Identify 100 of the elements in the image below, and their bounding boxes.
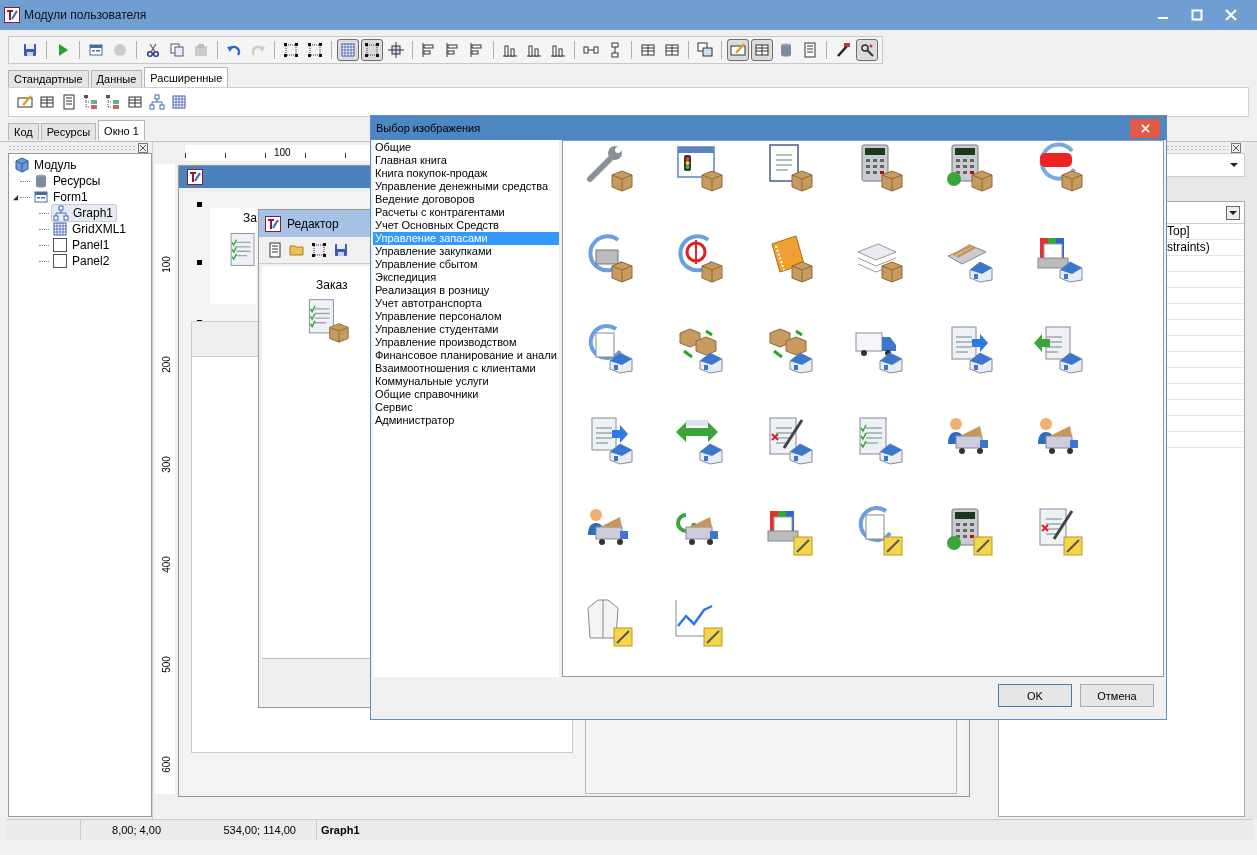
category-item[interactable]: Учет автотранспорта	[373, 297, 559, 310]
bring-front-icon	[697, 42, 713, 58]
layout-button[interactable]	[751, 39, 773, 61]
save-icon	[22, 42, 38, 58]
close-icon	[1140, 123, 1150, 133]
category-item[interactable]: Ведение договоров	[373, 193, 559, 206]
property-value[interactable]: Top]	[1167, 224, 1190, 238]
table-icon[interactable]	[127, 94, 143, 110]
category-item[interactable]: Управление персоналом	[373, 310, 559, 323]
node-label: За	[243, 211, 257, 225]
document-tab[interactable]: Окно 1	[98, 120, 145, 140]
category-item[interactable]: Сервис	[373, 401, 559, 414]
selection-handle[interactable]	[197, 202, 202, 207]
category-item[interactable]: Управление производством	[373, 336, 559, 349]
tree-item[interactable]: Модуль	[13, 157, 80, 173]
grid-table-icon	[52, 221, 68, 237]
tree-item[interactable]: Panel2	[51, 253, 113, 269]
tree-icon[interactable]	[83, 94, 99, 110]
tree-item[interactable]: Panel1	[51, 237, 113, 253]
tree-item[interactable]: Graph1	[51, 204, 118, 222]
align-bottom-icon	[550, 42, 566, 58]
document-tab[interactable]: Код	[8, 123, 39, 140]
select-frame-icon[interactable]	[311, 242, 327, 258]
dialog-title: Выбор изображения	[376, 122, 481, 134]
category-item[interactable]: Экспедиция	[373, 271, 559, 284]
category-item[interactable]: Реализация в розницу	[373, 284, 559, 297]
category-item[interactable]: Учет Основных Средств	[373, 219, 559, 232]
category-item[interactable]: Управление денежными средства	[373, 180, 559, 193]
tree-item-label: Panel2	[72, 254, 110, 268]
close-icon[interactable]	[138, 142, 148, 153]
collapse-icon[interactable]	[12, 193, 19, 201]
document-tab[interactable]: Ресурсы	[40, 123, 97, 140]
paste-icon	[193, 42, 209, 58]
ok-button[interactable]: OK	[998, 684, 1072, 707]
category-item[interactable]: Коммунальные услуги	[373, 375, 559, 388]
property-value[interactable]: straints)	[1167, 240, 1210, 254]
document-icon	[802, 42, 818, 58]
category-item[interactable]: Общие справочники	[373, 388, 559, 401]
palette-tab[interactable]: Данные	[90, 70, 143, 87]
layout-icon	[754, 42, 770, 58]
tree-item[interactable]: Ресурсы	[32, 173, 104, 189]
center-button[interactable]	[385, 39, 407, 61]
ruler-label: 600	[160, 756, 172, 773]
tree-item-label: Ресурсы	[53, 174, 101, 188]
database-icon	[33, 173, 49, 189]
close-icon[interactable]	[1231, 142, 1241, 153]
graph-icon[interactable]	[149, 94, 165, 110]
tools-icon	[835, 42, 851, 58]
palette-tab[interactable]: Стандартные	[8, 70, 89, 87]
category-item[interactable]: Книга покупок-продаж	[373, 167, 559, 180]
category-item[interactable]: Управление студентами	[373, 323, 559, 336]
category-item[interactable]: Управление закупками	[373, 245, 559, 258]
tab-order-button[interactable]	[727, 39, 749, 61]
panel-icon	[52, 237, 68, 253]
graph-panel[interactable]: За	[210, 208, 256, 304]
edit-icon[interactable]	[17, 94, 33, 110]
snap-button[interactable]	[361, 39, 383, 61]
ruler-label: 100	[160, 256, 172, 273]
columns-icon[interactable]	[39, 94, 55, 110]
tree-lines-icon[interactable]	[105, 94, 121, 110]
category-item[interactable]: Взаимоотношения с клиентами	[373, 362, 559, 375]
tree-item[interactable]: Form1	[32, 189, 91, 205]
category-item[interactable]: Общие	[373, 141, 559, 154]
tree-item[interactable]: GridXML1	[51, 221, 130, 237]
stop-icon	[112, 42, 128, 58]
ruler-label: 400	[160, 556, 172, 573]
palette-tab[interactable]: Расширенные	[144, 67, 229, 87]
app-logo-icon	[187, 169, 203, 185]
database-icon	[778, 42, 794, 58]
category-item[interactable]: Главная книга	[373, 154, 559, 167]
node-label: Заказ	[316, 278, 348, 292]
category-item[interactable]: Управление сбытом	[373, 258, 559, 271]
selection-handle[interactable]	[197, 260, 202, 265]
cancel-button[interactable]: Отмена	[1080, 684, 1154, 707]
select-frame-icon	[283, 42, 299, 58]
maximize-icon[interactable]	[1191, 9, 1203, 21]
resize-frame-icon	[307, 42, 323, 58]
dropdown-arrow-icon	[1230, 161, 1238, 169]
dropdown-button-icon[interactable]	[1226, 205, 1240, 220]
panel-icon	[52, 253, 68, 269]
new-document-icon[interactable]	[267, 242, 283, 258]
ruler-label: 300	[160, 456, 172, 473]
align-right-icon	[469, 42, 485, 58]
editor-title: Редактор	[287, 216, 339, 231]
grid-button[interactable]	[337, 39, 359, 61]
grid-table-icon[interactable]	[171, 94, 187, 110]
align-hcenter-icon	[445, 42, 461, 58]
snap-icon	[364, 42, 380, 58]
tree-item-label: Form1	[53, 190, 88, 204]
category-item[interactable]: Финансовое планирование и анали	[373, 349, 559, 362]
grid-icon	[340, 42, 356, 58]
document-left-house-icon[interactable]	[1032, 323, 1084, 375]
center-icon	[388, 42, 404, 58]
close-button[interactable]	[1130, 118, 1160, 138]
category-item[interactable]: Администратор	[373, 414, 559, 427]
align-left-icon	[421, 42, 437, 58]
selected-object: Graph1	[320, 823, 360, 838]
list-icon[interactable]	[61, 94, 77, 110]
category-item[interactable]: Расчеты с контрагентами	[373, 206, 559, 219]
save-icon[interactable]	[333, 242, 349, 258]
